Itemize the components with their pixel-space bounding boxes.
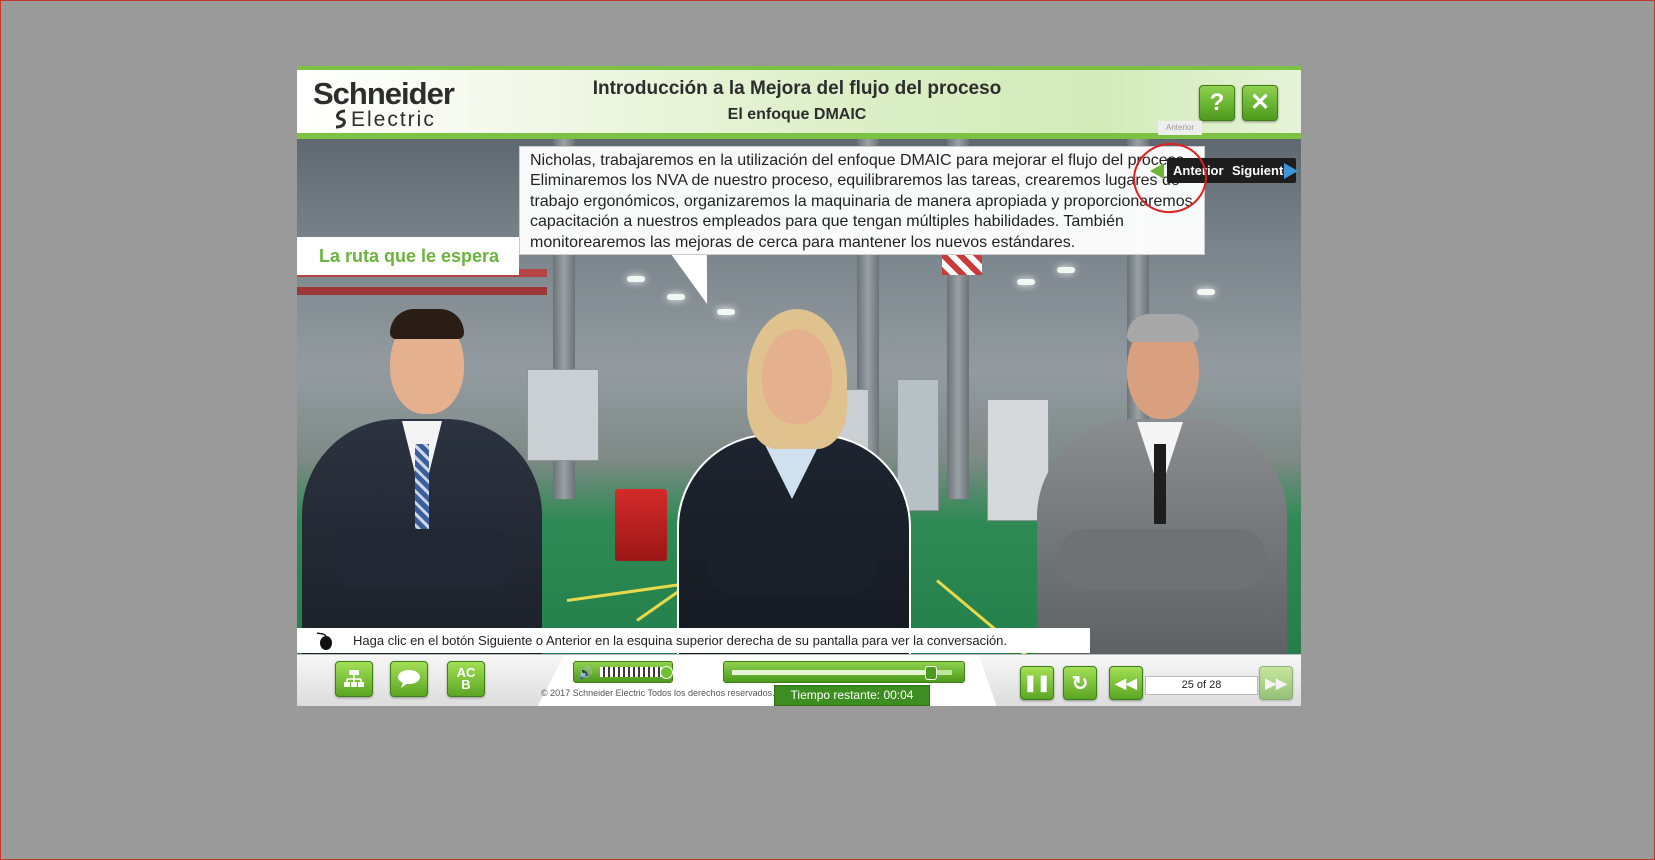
replay-button[interactable]: ↻ [1063, 666, 1097, 700]
ceiling-lamp [627, 276, 645, 282]
fast-forward-icon: ▶▶ [1265, 674, 1287, 691]
next-arrow-icon [1284, 163, 1298, 179]
speech-bubble-icon [398, 670, 420, 688]
time-remaining: Tiempo restante: 00:04 [774, 685, 930, 706]
replay-icon: ↻ [1071, 672, 1089, 695]
instruction-text: Haga clic en el botón Siguiente o Anteri… [353, 633, 1008, 648]
speech-bubble-text: Nicholas, trabajaremos en la utilización… [530, 152, 1193, 251]
course-subtitle: El enfoque DMAIC [727, 106, 867, 123]
next-page-button[interactable]: ▶▶ [1259, 666, 1293, 700]
glossary-button[interactable]: AC B [447, 661, 485, 697]
progress-scrubber[interactable] [925, 666, 937, 680]
logo-text-electric-row: Electric [313, 108, 463, 131]
rewind-icon: ◀◀ [1115, 674, 1137, 691]
glossary-icon: AC B [456, 665, 476, 692]
course-title: Introducción a la Mejora del flujo del p… [592, 78, 1002, 99]
instruction-bar: Haga clic en el botón Siguiente o Anteri… [297, 628, 1090, 653]
red-trash-bin [615, 489, 667, 561]
volume-knob[interactable] [660, 666, 673, 679]
logo-text-electric: Electric [351, 108, 436, 131]
mouse-icon [316, 632, 332, 650]
header: Schneider Electric Introducción a la Mej… [297, 66, 1301, 139]
progress-bar[interactable] [723, 661, 965, 683]
help-button[interactable]: ? [1199, 85, 1235, 121]
transcript-button[interactable] [390, 661, 428, 697]
volume-control[interactable]: 🔊 [573, 661, 673, 683]
businessman-right [1037, 244, 1301, 654]
schneider-electric-logo: Schneider Electric [313, 76, 463, 131]
player-controls: AC B 🔊 © 2017 Schneider Electric Todos l… [297, 654, 1301, 706]
speaker-icon: 🔊 [578, 666, 593, 680]
speech-bubble: Nicholas, trabajaremos en la utilización… [519, 146, 1205, 255]
logo-text-schneider: Schneider [313, 76, 455, 111]
hazard-stripes [942, 255, 982, 275]
pause-button[interactable]: ❚❚ [1020, 666, 1054, 700]
pause-icon: ❚❚ [1023, 675, 1051, 692]
tooltip: Anterior [1158, 121, 1202, 135]
question-icon: ? [1209, 89, 1225, 116]
previous-page-button[interactable]: ◀◀ [1109, 666, 1143, 700]
copyright-text: © 2017 Schneider Electric Todos los dere… [541, 688, 775, 698]
businessman-left [297, 239, 547, 654]
page-counter: 25 of 28 [1145, 676, 1258, 695]
volume-bars [600, 667, 662, 677]
close-button[interactable]: ✕ [1242, 85, 1278, 121]
close-icon: ✕ [1249, 89, 1271, 116]
progress-fill [732, 670, 930, 675]
ceiling-lamp [1017, 279, 1035, 285]
schneider-logo-mark [335, 109, 346, 129]
sitemap-icon [344, 670, 364, 687]
menu-button[interactable] [335, 661, 373, 697]
